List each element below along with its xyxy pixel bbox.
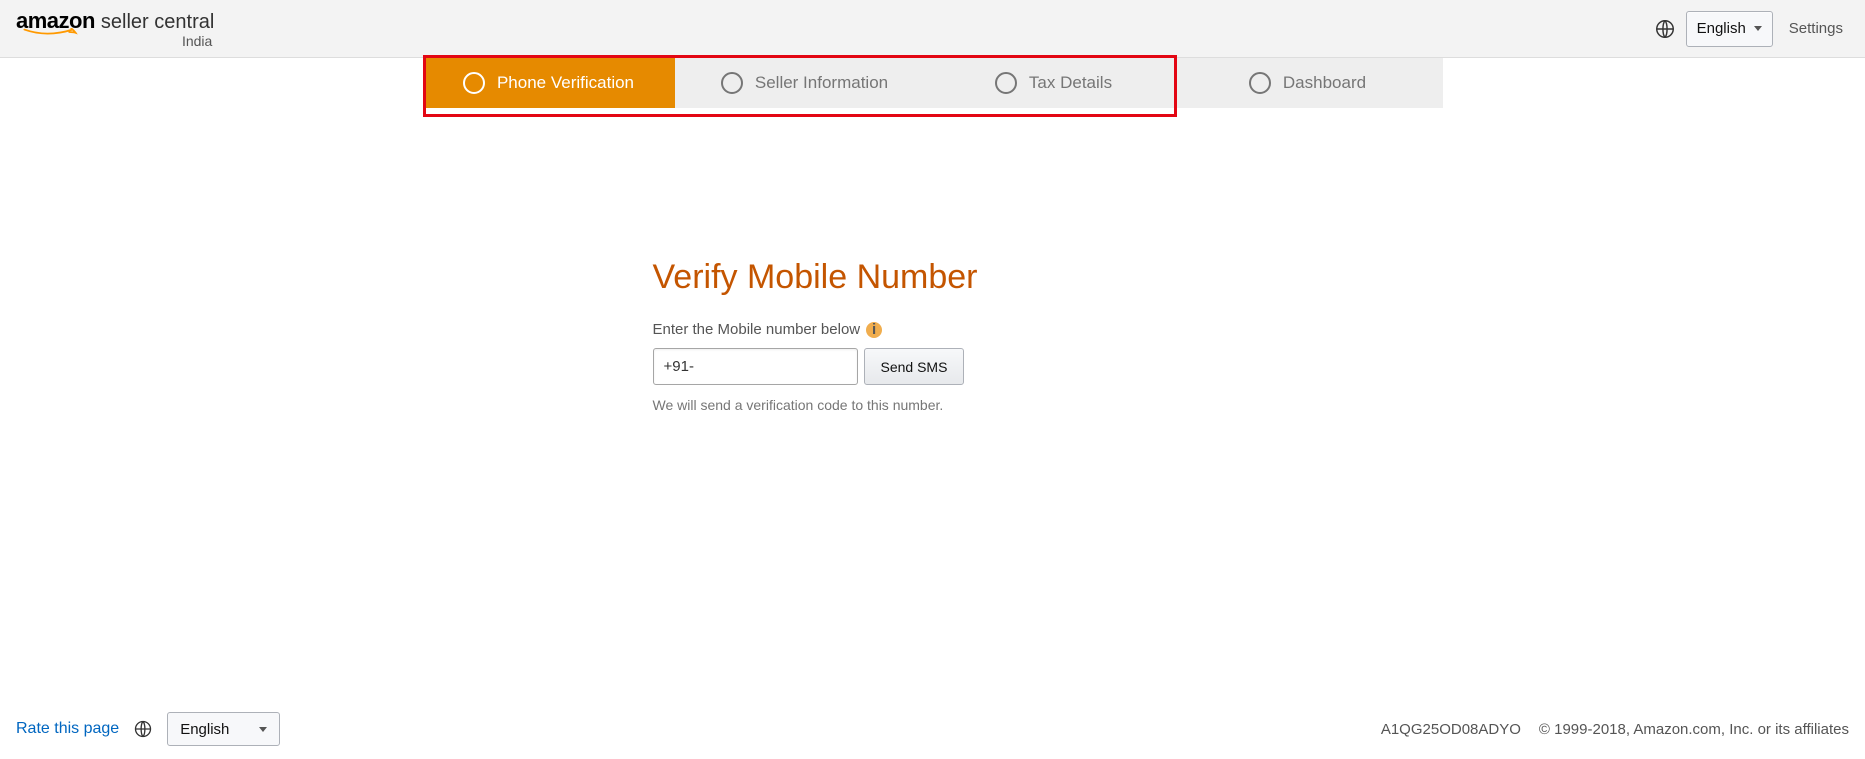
header-bar: amazon seller central India English Sett… (0, 0, 1865, 58)
verify-mobile-form: Verify Mobile Number Enter the Mobile nu… (653, 258, 1213, 413)
phone-input-label: Enter the Mobile number below (653, 321, 861, 338)
amazon-swoosh-icon (16, 28, 84, 36)
step-tax-details[interactable]: Tax Details (935, 58, 1173, 108)
logo[interactable]: amazon seller central India (16, 10, 214, 48)
footer-language-select[interactable]: English (167, 712, 280, 746)
step-circle-icon (721, 72, 743, 94)
step-seller-information[interactable]: Seller Information (675, 58, 935, 108)
footer-copyright-text: © 1999-2018, Amazon.com, Inc. or its aff… (1539, 721, 1849, 738)
language-select-label: English (1697, 20, 1746, 37)
step-label: Phone Verification (497, 73, 634, 93)
logo-region-text: India (16, 34, 214, 48)
logo-seller-central-text: seller central (101, 12, 214, 32)
globe-icon (133, 719, 153, 739)
settings-link[interactable]: Settings (1783, 20, 1849, 37)
step-circle-icon (1249, 72, 1271, 94)
send-sms-button[interactable]: Send SMS (864, 348, 965, 385)
header-actions: English Settings (1654, 11, 1849, 47)
footer-id-text: A1QG25OD08ADYO (1381, 721, 1521, 738)
progress-steps: Phone Verification Seller Information Ta… (0, 58, 1865, 108)
step-dashboard[interactable]: Dashboard (1173, 58, 1443, 108)
phone-help-text: We will send a verification code to this… (653, 397, 1213, 413)
language-select[interactable]: English (1686, 11, 1773, 47)
step-label: Dashboard (1283, 73, 1366, 93)
main-content: Verify Mobile Number Enter the Mobile nu… (0, 108, 1865, 413)
rate-page-link[interactable]: Rate this page (16, 720, 119, 738)
step-label: Seller Information (755, 73, 888, 93)
step-phone-verification[interactable]: Phone Verification (423, 58, 675, 108)
footer-bar: Rate this page English A1QG25OD08ADYO © … (0, 699, 1865, 759)
page-title: Verify Mobile Number (653, 258, 1213, 297)
step-circle-icon (995, 72, 1017, 94)
phone-input[interactable] (653, 348, 858, 385)
footer-language-label: English (180, 721, 229, 738)
globe-icon (1654, 18, 1676, 40)
chevron-down-icon (1754, 26, 1762, 31)
step-label: Tax Details (1029, 73, 1112, 93)
info-icon[interactable]: i (866, 322, 882, 338)
chevron-down-icon (259, 727, 267, 732)
step-circle-icon (463, 72, 485, 94)
logo-amazon-text: amazon (16, 10, 95, 32)
